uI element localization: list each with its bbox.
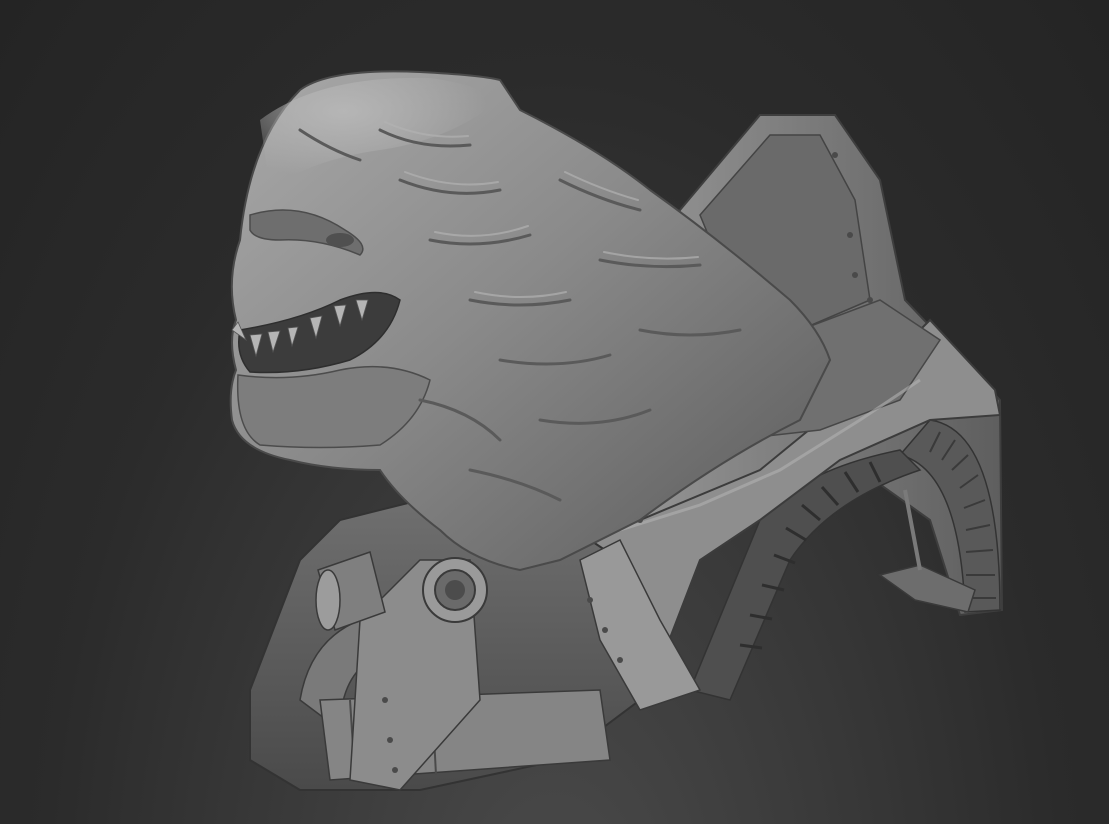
sculpt-viewport[interactable] [0, 0, 1109, 824]
sculpt-render [229, 70, 1004, 791]
